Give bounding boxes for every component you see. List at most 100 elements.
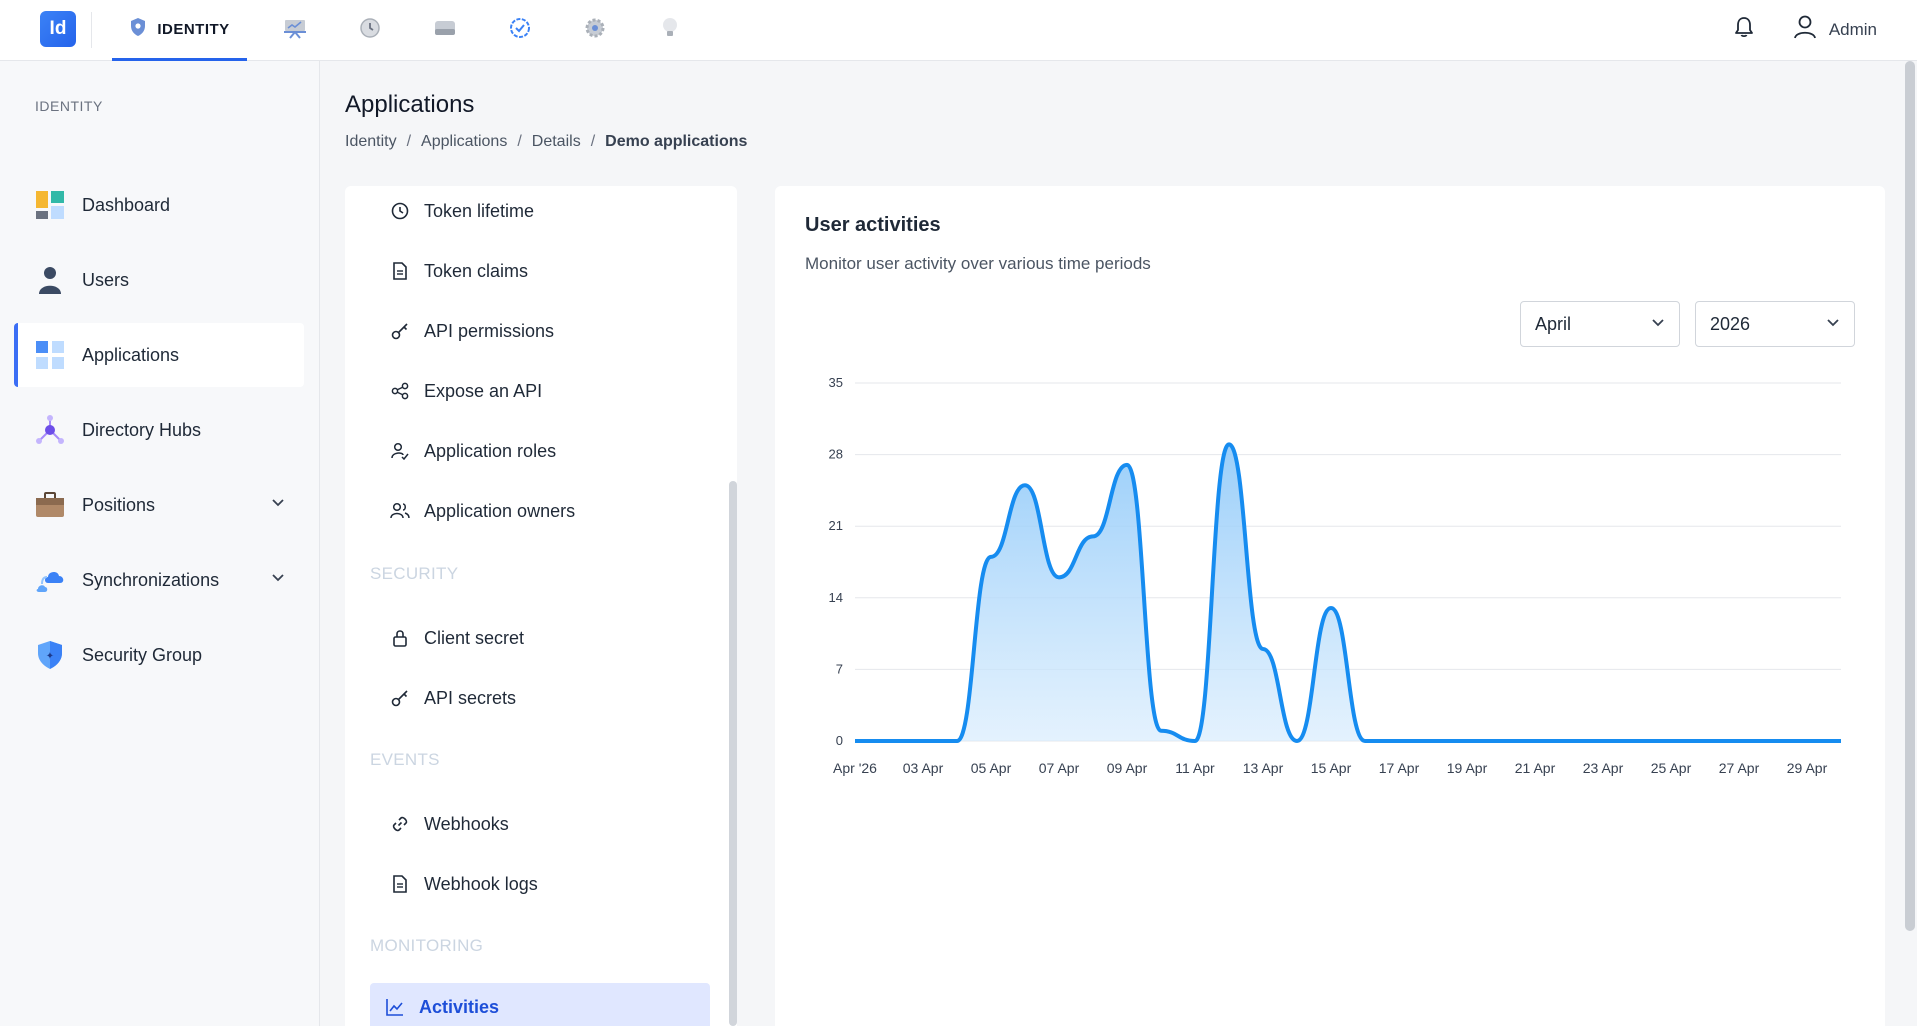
data-point[interactable]	[1430, 738, 1436, 744]
data-point[interactable]	[1702, 738, 1708, 744]
history-icon	[358, 16, 382, 45]
data-point[interactable]	[1362, 738, 1368, 744]
x-tick-label: 03 Apr	[903, 760, 944, 776]
user-name[interactable]: Admin	[1829, 20, 1877, 40]
menu-section-security: SECURITY	[370, 564, 459, 583]
sidebar-item-applications[interactable]: Applications	[14, 323, 304, 387]
breadcrumb: Identity / Applications / Details / Demo…	[345, 133, 747, 151]
verified-badge-icon	[508, 16, 532, 45]
tab-ideas[interactable]	[650, 0, 690, 61]
y-tick-label: 0	[836, 733, 843, 748]
menu-item-token-claims[interactable]: Token claims	[378, 246, 708, 296]
data-point[interactable]	[1396, 738, 1402, 744]
bell-icon[interactable]	[1733, 15, 1755, 44]
tab-presentation[interactable]	[275, 0, 315, 61]
sidebar-item-users[interactable]: Users	[14, 248, 304, 312]
document-icon	[390, 874, 410, 894]
data-point[interactable]	[1532, 738, 1538, 744]
menu-item-label: Expose an API	[424, 380, 543, 401]
data-point[interactable]	[1566, 738, 1572, 744]
data-point[interactable]	[1192, 738, 1198, 744]
data-point[interactable]	[1056, 574, 1062, 580]
tab-history[interactable]	[350, 0, 390, 61]
menu-item-expose-api[interactable]: Expose an API	[378, 366, 708, 416]
breadcrumb-item[interactable]: Applications	[421, 133, 507, 151]
svg-text:✦: ✦	[46, 651, 54, 662]
menu-item-webhooks[interactable]: Webhooks	[378, 799, 708, 849]
user-icon[interactable]	[1793, 14, 1817, 45]
chevron-down-icon[interactable]	[270, 495, 286, 516]
menu-scrollbar[interactable]	[729, 481, 737, 1026]
y-tick-label: 35	[829, 375, 843, 390]
data-point[interactable]	[886, 738, 892, 744]
menu-item-activities[interactable]: Activities	[370, 983, 710, 1026]
data-point[interactable]	[1158, 728, 1164, 734]
menu-item-webhook-logs[interactable]: Webhook logs	[378, 859, 708, 909]
document-icon	[390, 261, 410, 281]
data-point[interactable]	[1838, 738, 1844, 744]
data-point[interactable]	[920, 738, 926, 744]
chevron-down-icon[interactable]	[270, 570, 286, 591]
sidebar-item-positions[interactable]: Positions	[14, 473, 304, 537]
menu-item-api-permissions[interactable]: API permissions	[378, 306, 708, 356]
tab-identity[interactable]: IDENTITY	[112, 0, 247, 61]
shield-icon: ✦	[34, 639, 66, 671]
sidebar-item-synchronizations[interactable]: Synchronizations	[14, 548, 304, 612]
page-scrollbar[interactable]	[1905, 61, 1915, 931]
breadcrumb-item[interactable]: Identity	[345, 133, 397, 151]
settings-menu-panel: Token lifetime Token claims API permissi…	[345, 186, 737, 1026]
tab-verified[interactable]	[500, 0, 540, 61]
data-point[interactable]	[1328, 605, 1334, 611]
tab-storage[interactable]	[425, 0, 465, 61]
lightbulb-icon	[659, 16, 681, 45]
data-point[interactable]	[1804, 738, 1810, 744]
menu-item-label: Token claims	[424, 260, 529, 281]
data-point[interactable]	[1022, 482, 1028, 488]
gear-icon	[583, 16, 607, 45]
data-point[interactable]	[1260, 646, 1266, 652]
app-logo[interactable]: Id	[40, 11, 76, 47]
data-point[interactable]	[852, 738, 858, 744]
hub-icon	[34, 414, 66, 446]
data-point[interactable]	[1736, 738, 1742, 744]
data-point[interactable]	[1634, 738, 1640, 744]
y-tick-label: 7	[836, 661, 843, 676]
data-point[interactable]	[988, 554, 994, 560]
breadcrumb-current: Demo applications	[605, 133, 748, 150]
user-area: Admin	[1733, 14, 1877, 45]
dashboard-icon	[34, 189, 66, 221]
data-point[interactable]	[1124, 462, 1130, 468]
x-tick-label: 15 Apr	[1311, 760, 1352, 776]
x-tick-label: 23 Apr	[1583, 760, 1624, 776]
menu-item-api-secrets[interactable]: API secrets	[378, 673, 708, 723]
sidebar-item-label: Positions	[82, 494, 156, 515]
storage-icon	[433, 17, 457, 44]
data-point[interactable]	[1770, 738, 1776, 744]
menu-item-label: Activities	[419, 996, 500, 1017]
data-point[interactable]	[1498, 738, 1504, 744]
menu-item-token-lifetime[interactable]: Token lifetime	[378, 186, 708, 236]
chart-line-icon	[385, 997, 405, 1017]
data-point[interactable]	[1090, 533, 1096, 539]
x-tick-label: 05 Apr	[971, 760, 1012, 776]
sidebar-item-dashboard[interactable]: Dashboard	[14, 173, 304, 237]
data-point[interactable]	[1226, 441, 1232, 447]
menu-item-label: API permissions	[424, 320, 555, 341]
menu-item-application-owners[interactable]: Application owners	[378, 486, 708, 536]
data-point[interactable]	[954, 738, 960, 744]
data-point[interactable]	[1668, 738, 1674, 744]
data-point[interactable]	[1294, 738, 1300, 744]
applications-icon	[34, 339, 66, 371]
x-tick-label: 07 Apr	[1039, 760, 1080, 776]
menu-item-application-roles[interactable]: Application roles	[378, 426, 708, 476]
data-point[interactable]	[1600, 738, 1606, 744]
data-point[interactable]	[1464, 738, 1470, 744]
menu-item-client-secret[interactable]: Client secret	[378, 613, 708, 663]
breadcrumb-item[interactable]: Details	[532, 133, 581, 151]
top-navigation-bar: Id IDENTITY Admin	[0, 0, 1917, 61]
x-tick-label: 29 Apr	[1787, 760, 1828, 776]
sidebar-item-security-group[interactable]: ✦ Security Group	[14, 623, 304, 687]
menu-section-events: EVENTS	[370, 750, 440, 769]
sidebar-item-directory-hubs[interactable]: Directory Hubs	[14, 398, 304, 462]
tab-settings[interactable]	[575, 0, 615, 61]
